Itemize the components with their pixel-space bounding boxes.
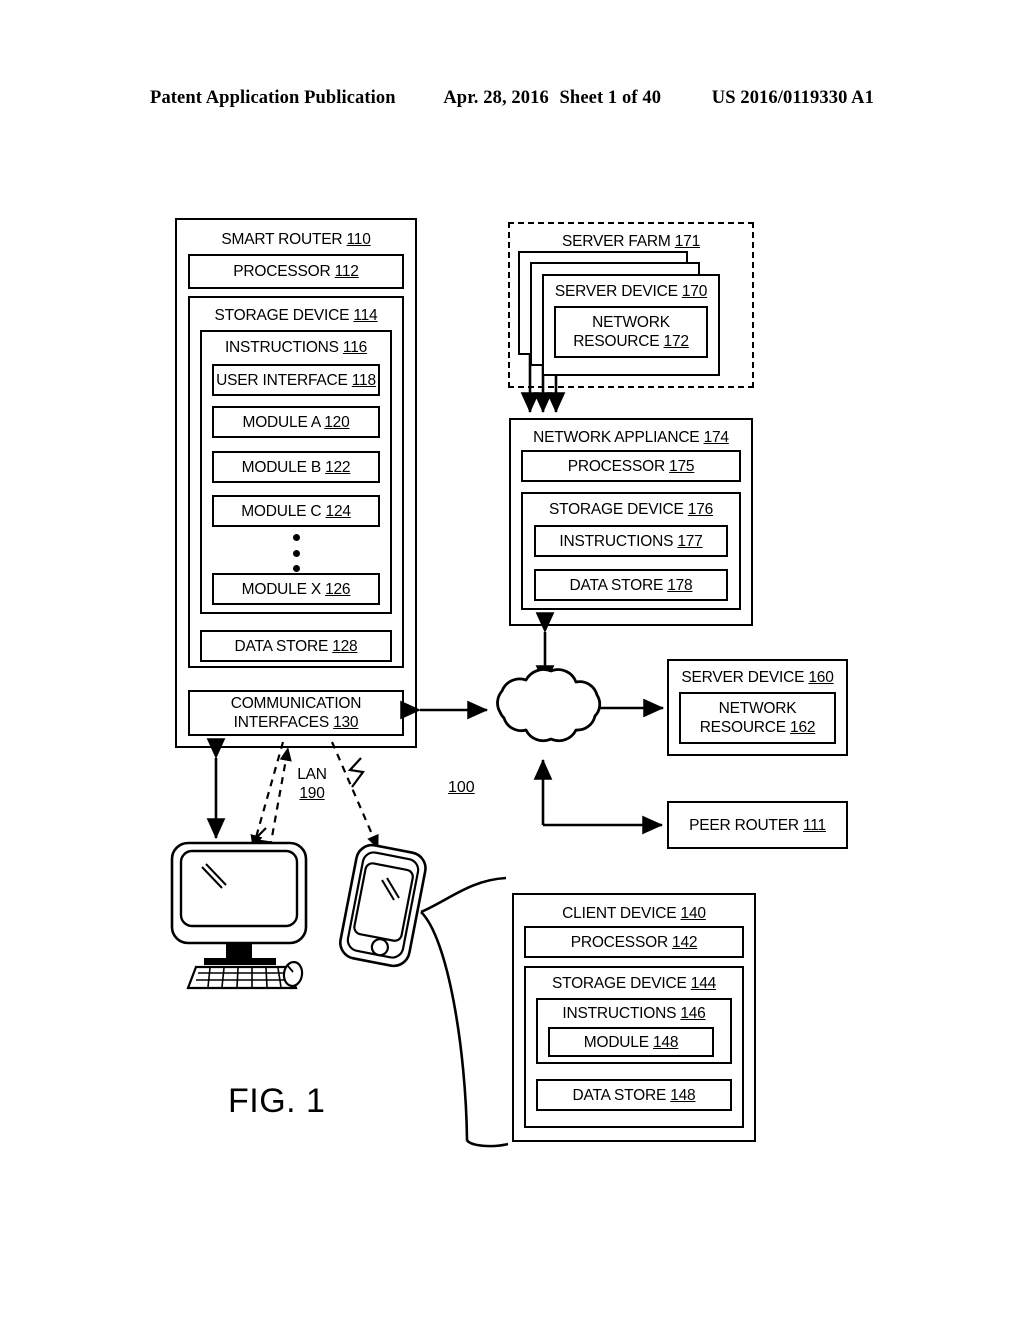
system-ref-100: 100: [448, 779, 475, 796]
appliance-data-store-label: DATA STORE 178: [569, 576, 693, 594]
router-processor-label: PROCESSOR 112: [233, 263, 359, 280]
router-module-label: MODULE B 122: [241, 458, 351, 476]
appliance-storage-title: STORAGE DEVICE 176: [548, 501, 714, 518]
network-resource-172-box: NETWORK RESOURCE 172: [554, 306, 708, 358]
router-module-label: MODULE A 120: [242, 413, 350, 431]
router-data-store-box: DATA STORE 128: [200, 630, 392, 662]
network-resource-172-line2: RESOURCE 172: [573, 333, 689, 350]
appliance-instructions-box: INSTRUCTIONS 177: [534, 525, 728, 557]
router-module-box: MODULE B 122: [212, 451, 380, 483]
smart-router-title: SMART ROUTER 110: [177, 230, 415, 249]
appliance-data-store-box: DATA STORE 178: [534, 569, 728, 601]
router-data-store-label: DATA STORE 128: [234, 637, 358, 655]
network-appliance-title: NETWORK APPLIANCE 174: [533, 429, 729, 446]
desktop-screen-glare: [201, 863, 227, 889]
client-data-store-box: DATA STORE 148: [536, 1079, 732, 1111]
client-data-store-label: DATA STORE 148: [572, 1086, 696, 1104]
client-instructions-title: INSTRUCTIONS 146: [562, 1005, 706, 1022]
wan-peerrouter-arrow: [533, 758, 664, 835]
client-processor-label: PROCESSOR 142: [570, 933, 698, 951]
appliance-processor-label: PROCESSOR 175: [567, 457, 695, 475]
figure-label: FIG. 1: [228, 1082, 326, 1120]
router-module-label: MODULE X 126: [241, 580, 351, 598]
network-resource-172-line1: NETWORK: [592, 314, 670, 331]
publication-label: Patent Application Publication: [150, 88, 396, 108]
server-device-170-title: SERVER DEVICE 170: [554, 283, 708, 300]
network-resource-162-line1: NETWORK: [718, 700, 797, 717]
server-device-160-title: SERVER DEVICE 160: [681, 669, 834, 686]
mouse-icon: [282, 960, 304, 988]
router-module-box: MODULE X 126: [212, 573, 380, 605]
client-device-title: CLIENT DEVICE 140: [562, 905, 706, 922]
peer-router-block: PEER ROUTER 111: [667, 801, 848, 849]
wan-cloud-icon: [496, 668, 602, 743]
phone-ref-140: 140: [377, 910, 404, 927]
router-processor-box: PROCESSOR 112: [188, 254, 404, 289]
client-storage-title: STORAGE DEVICE 144: [551, 975, 717, 992]
peer-router-label: PEER ROUTER 111: [689, 816, 826, 834]
client-processor-box: PROCESSOR 142: [524, 926, 744, 958]
smartphone-icon: [339, 843, 427, 968]
network-resource-162-line2: RESOURCE 162: [699, 719, 816, 736]
router-comm-interfaces-box: COMMUNICATION INTERFACES 130: [188, 690, 404, 736]
server-farm-title: SERVER FARM 171: [562, 233, 700, 250]
smart-router-title-text: SMART ROUTER: [221, 231, 347, 248]
module-ellipsis: [292, 534, 300, 572]
comm-interfaces-line1: COMMUNICATION: [230, 695, 362, 712]
sheet-number: Sheet 1 of 40: [559, 88, 662, 108]
patent-number: US 2016/0119330 A1: [711, 88, 874, 108]
lan-ref: 190: [299, 785, 325, 802]
client-module-box: MODULE 148: [548, 1027, 714, 1057]
comm-interfaces-line2: INTERFACES 130: [233, 714, 359, 731]
network-resource-162-box: NETWORK RESOURCE 162: [679, 692, 836, 744]
keyboard-icon: [186, 965, 298, 990]
lan-label: LAN 190: [286, 765, 338, 803]
router-module-label: USER INTERFACE 118: [216, 371, 376, 389]
router-storage-device-title: STORAGE DEVICE 114: [214, 307, 378, 324]
desktop-ref-150: 150: [259, 901, 286, 918]
smart-router-ref: 110: [346, 231, 371, 248]
appliance-processor-box: PROCESSOR 175: [521, 450, 741, 482]
router-module-box: USER INTERFACE 118: [212, 364, 380, 396]
router-module-box: MODULE A 120: [212, 406, 380, 438]
router-instructions-title: INSTRUCTIONS 116: [224, 339, 368, 356]
phone-screen-glare: [381, 877, 400, 901]
client-module-label: MODULE 148: [583, 1033, 679, 1051]
router-module-label: MODULE C 124: [241, 502, 351, 520]
router-module-box: MODULE C 124: [212, 495, 380, 527]
publication-date: Apr. 28, 2016: [443, 88, 549, 108]
lan-name: LAN: [297, 766, 327, 783]
appliance-instructions-label: INSTRUCTIONS 177: [559, 532, 703, 550]
client-device-callout-line: [420, 876, 509, 1148]
page-header: Patent Application Publication Apr. 28, …: [0, 88, 1024, 109]
